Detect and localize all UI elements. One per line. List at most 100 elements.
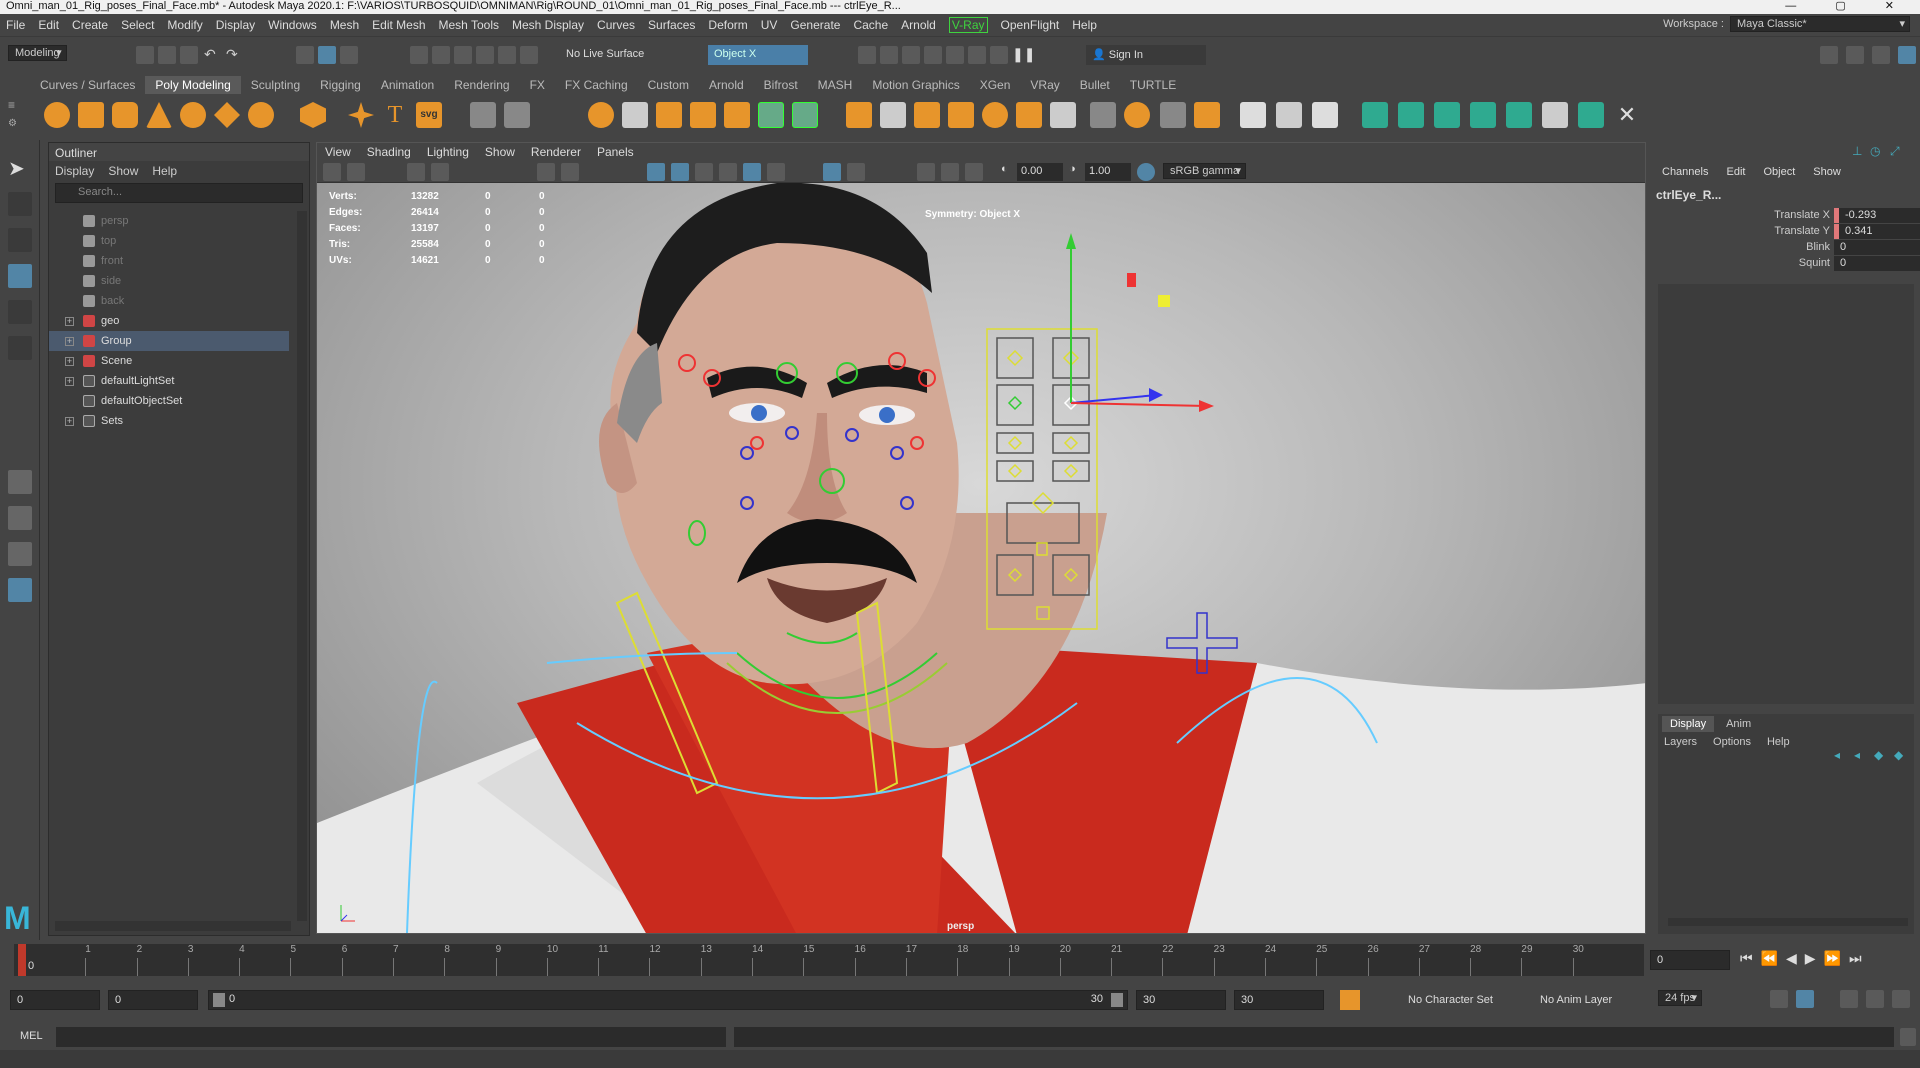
- layer-menu-help[interactable]: Help: [1767, 736, 1790, 748]
- shadows-icon[interactable]: [743, 163, 761, 181]
- command-input[interactable]: [56, 1027, 726, 1047]
- menu-item-openflight[interactable]: OpenFlight: [1001, 18, 1060, 32]
- lights-icon[interactable]: [719, 163, 737, 181]
- range-handle-start[interactable]: [213, 993, 225, 1007]
- layer-scrollbar[interactable]: [1668, 918, 1908, 926]
- channel-value-field[interactable]: 0: [1834, 256, 1920, 271]
- snap-view-icon[interactable]: [476, 46, 494, 64]
- poly-cylinder-icon[interactable]: [112, 102, 138, 128]
- fill-hole-icon[interactable]: [914, 102, 940, 128]
- move-tool-icon[interactable]: [8, 264, 32, 288]
- select-hierarchy-icon[interactable]: [296, 46, 314, 64]
- channel-value-field[interactable]: 0.341: [1834, 224, 1920, 239]
- camera-select-icon[interactable]: [323, 163, 341, 181]
- render-settings-icon[interactable]: [924, 46, 942, 64]
- menu-item-mesh-display[interactable]: Mesh Display: [512, 18, 584, 32]
- single-perspective-layout-icon[interactable]: [8, 470, 32, 494]
- type-tool-icon[interactable]: T: [382, 102, 408, 128]
- image-plane-icon[interactable]: [431, 163, 449, 181]
- film-gate-icon[interactable]: [561, 163, 579, 181]
- uv-editor-icon[interactable]: [1362, 102, 1388, 128]
- expand-icon[interactable]: +: [65, 417, 74, 426]
- refresh-icon[interactable]: ◷: [1870, 144, 1880, 158]
- edit-pivot-icon[interactable]: [1240, 102, 1266, 128]
- checker-icon[interactable]: [1542, 102, 1568, 128]
- sculpt-icon[interactable]: [470, 102, 496, 128]
- outliner-layout-icon[interactable]: [8, 578, 32, 602]
- channel-box-menu-channels[interactable]: Channels: [1662, 166, 1708, 178]
- smooth-icon[interactable]: [656, 102, 682, 128]
- menu-item-surfaces[interactable]: Surfaces: [648, 18, 695, 32]
- four-view-layout-icon[interactable]: [8, 506, 32, 530]
- menu-item-generate[interactable]: Generate: [790, 18, 840, 32]
- shelf-tab-rendering[interactable]: Rendering: [444, 76, 519, 94]
- fps-dropdown[interactable]: 24 fps: [1658, 990, 1702, 1006]
- outliner-item-persp[interactable]: persp: [49, 211, 289, 231]
- channel-box-toggle-icon[interactable]: [1898, 46, 1916, 64]
- combine-icon[interactable]: [588, 102, 614, 128]
- mirror-icon[interactable]: [758, 102, 784, 128]
- render-frame-icon[interactable]: [858, 46, 876, 64]
- scale-tool-icon[interactable]: [8, 336, 32, 360]
- menu-item-windows[interactable]: Windows: [268, 18, 317, 32]
- extrude-icon[interactable]: [846, 102, 872, 128]
- outliner-item-sets[interactable]: + Sets: [49, 411, 289, 431]
- shelf-menu-icon[interactable]: ≡: [8, 98, 20, 112]
- outliner-hscrollbar[interactable]: [55, 921, 291, 931]
- modeling-toolkit-icon[interactable]: [1820, 46, 1838, 64]
- channel-box-menu-edit[interactable]: Edit: [1726, 166, 1745, 178]
- outliner-vscrollbar[interactable]: [297, 211, 307, 921]
- new-scene-icon[interactable]: [136, 46, 154, 64]
- viewport-menu-panels[interactable]: Panels: [597, 143, 634, 161]
- connect-icon[interactable]: [1050, 102, 1076, 128]
- channel-box-menu-show[interactable]: Show: [1813, 166, 1841, 178]
- menu-item-v-ray[interactable]: V-Ray: [948, 17, 988, 33]
- viewport-menu-show[interactable]: Show: [485, 143, 515, 161]
- shelf-options-icon[interactable]: ⚙: [8, 118, 20, 130]
- align-icon[interactable]: [1276, 102, 1302, 128]
- bridge-icon[interactable]: [792, 102, 818, 128]
- shelf-tab-xgen[interactable]: XGen: [970, 76, 1021, 94]
- shelf-tab-mash[interactable]: MASH: [808, 76, 863, 94]
- planar-map-icon[interactable]: [1398, 102, 1424, 128]
- platonic-solid-icon[interactable]: [300, 102, 326, 128]
- expand-icon[interactable]: +: [65, 337, 74, 346]
- snap-magnet-icon[interactable]: [520, 46, 538, 64]
- shelf-tab-fx-caching[interactable]: FX Caching: [555, 76, 638, 94]
- expand-icon[interactable]: ⤢: [1890, 144, 1900, 159]
- shelf-tab-motion-graphics[interactable]: Motion Graphics: [862, 76, 969, 94]
- menu-item-modify[interactable]: Modify: [167, 18, 202, 32]
- channel-box-object-name[interactable]: ctrlEye_R...: [1656, 188, 1721, 202]
- insert-edge-loop-icon[interactable]: [1090, 102, 1116, 128]
- shelf-tab-animation[interactable]: Animation: [371, 76, 444, 94]
- layer-menu-options[interactable]: Options: [1713, 736, 1751, 748]
- expand-icon[interactable]: +: [65, 377, 74, 386]
- snap-grid-icon[interactable]: [410, 46, 428, 64]
- menu-item-edit[interactable]: Edit: [38, 18, 59, 32]
- anim-prefs-icon[interactable]: [1892, 990, 1910, 1008]
- outliner-menu-help[interactable]: Help: [152, 164, 177, 178]
- channel-box-menu-object[interactable]: Object: [1763, 166, 1795, 178]
- anim-layer-dropdown[interactable]: No Anim Layer: [1540, 994, 1612, 1006]
- field-chart-icon[interactable]: [965, 163, 983, 181]
- attribute-editor-icon[interactable]: [1846, 46, 1864, 64]
- channel-value-field[interactable]: 0: [1834, 240, 1920, 255]
- color-space-dropdown[interactable]: sRGB gamma: [1163, 163, 1247, 179]
- menu-item-curves[interactable]: Curves: [597, 18, 635, 32]
- outliner-item-defaultlightset[interactable]: + defaultLightSet: [49, 371, 289, 391]
- auto-uv-icon[interactable]: [1506, 102, 1532, 128]
- wireframe-icon[interactable]: [647, 163, 665, 181]
- anim-end-field[interactable]: 30: [1136, 990, 1226, 1010]
- outliner-search-input[interactable]: Search...: [55, 183, 303, 203]
- poly-plane-icon[interactable]: [214, 102, 240, 128]
- layer-menu-layers[interactable]: Layers: [1664, 736, 1697, 748]
- poly-cone-icon[interactable]: [146, 102, 172, 128]
- merge-icon[interactable]: [880, 102, 906, 128]
- ambient-occlusion-icon[interactable]: [767, 163, 785, 181]
- current-time-indicator[interactable]: [18, 944, 26, 976]
- shelf-tab-sculpting[interactable]: Sculpting: [241, 76, 310, 94]
- bevel-grid-icon[interactable]: [690, 102, 716, 128]
- loop-icon[interactable]: [1770, 990, 1788, 1008]
- poly-cube-icon[interactable]: [78, 102, 104, 128]
- outliner-item-group[interactable]: + Group: [49, 331, 289, 351]
